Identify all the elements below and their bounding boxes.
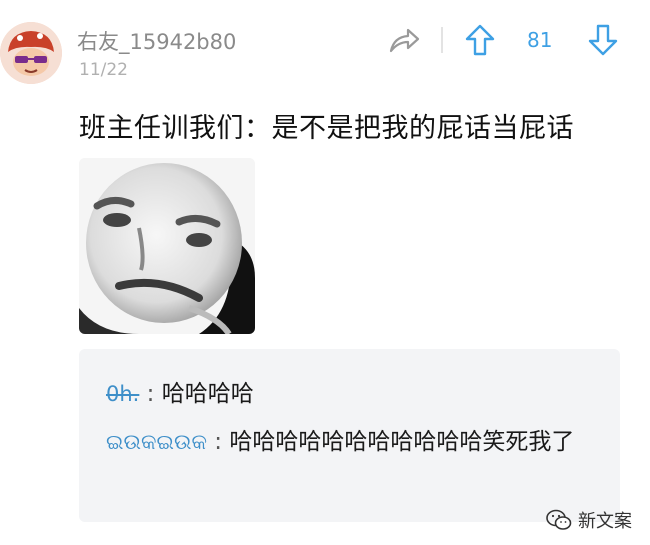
reply-author[interactable]: 0h. — [106, 382, 139, 406]
reply-separator: : — [206, 429, 230, 455]
upvote-button[interactable] — [465, 24, 495, 56]
post-date: 11/22 — [79, 60, 128, 80]
share-arrow-icon — [389, 28, 420, 53]
action-divider — [441, 27, 443, 53]
wechat-icon — [546, 509, 572, 530]
watermark: 新文案 — [546, 507, 632, 533]
post-card: 右友_15942b80 11/22 81 班主任训我们：是不是把我的屁话当屁话 — [0, 0, 650, 545]
reply-item: 0h. : 哈哈哈哈 — [106, 374, 254, 414]
share-button[interactable] — [388, 26, 420, 54]
reply-preview[interactable]: 0h. : 哈哈哈哈 ଇଉକଇଉକ : 哈哈哈哈哈哈哈哈哈哈哈笑死我了 — [79, 349, 620, 522]
downvote-button[interactable] — [588, 24, 618, 56]
meme-image[interactable] — [79, 158, 255, 334]
username[interactable]: 右友_15942b80 — [77, 26, 236, 56]
user-avatar[interactable] — [0, 22, 62, 84]
reply-author[interactable]: ଇଉକଇଉକ — [106, 430, 207, 454]
reply-item: ଇଉକଇଉକ : 哈哈哈哈哈哈哈哈哈哈哈笑死我了 — [106, 422, 606, 462]
reply-separator: : — [139, 381, 162, 407]
reply-text: 哈哈哈哈 — [161, 381, 254, 407]
watermark-text: 新文案 — [578, 511, 632, 532]
down-arrow-icon — [588, 24, 618, 56]
vote-count: 81 — [527, 28, 553, 52]
up-arrow-icon — [465, 24, 495, 56]
reply-text: 哈哈哈哈哈哈哈哈哈哈哈笑死我了 — [229, 429, 575, 455]
post-text: 班主任训我们：是不是把我的屁话当屁话 — [79, 113, 574, 144]
